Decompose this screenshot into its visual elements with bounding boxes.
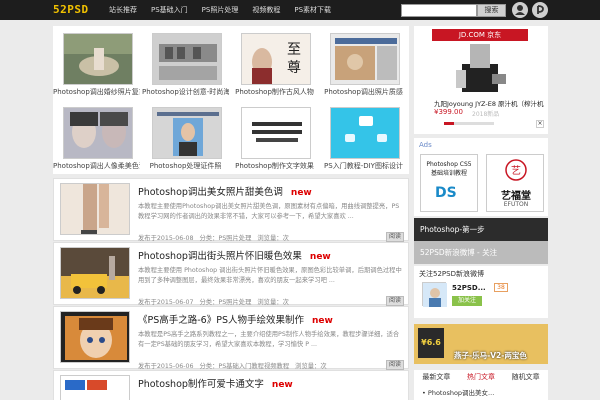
thumb-item[interactable]: 至尊 Photoshop制作古风人物 bbox=[231, 26, 318, 98]
search-button[interactable]: 搜索 bbox=[477, 4, 506, 17]
post-item: Photoshop制作可爱卡通文字 new bbox=[53, 370, 409, 400]
tab-latest[interactable]: 最新文章 bbox=[422, 370, 450, 384]
thumb-caption[interactable]: Photoshop设计创意-时尚海报 bbox=[142, 87, 229, 97]
thumb-item[interactable]: Photoshop设计创意-时尚海报 bbox=[142, 26, 229, 98]
post-item: Photoshop调出美女照片甜美色调 new 本教程主要使用Photoshop调… bbox=[53, 178, 409, 242]
ad-close-icon[interactable]: × bbox=[536, 120, 544, 128]
nav-item-download[interactable]: PS素材下载 bbox=[287, 0, 338, 20]
main-nav: 站长推荐 PS基础入门 PS照片处理 视频教程 PS素材下载 bbox=[102, 0, 338, 20]
carousel-dots[interactable] bbox=[444, 122, 494, 125]
thumb-caption[interactable]: Photoshop调出婚纱照片复古色调 bbox=[53, 87, 140, 97]
read-more-button[interactable]: 阅读 bbox=[386, 232, 404, 242]
thumb-item[interactable]: Photoshop调出婚纱照片复古色调 bbox=[53, 26, 140, 98]
efuton-logo-icon: 艺 bbox=[505, 159, 527, 181]
sidebar: JD.COM 京东 九阳Joyoung JYZ-E8 原汁机（榨汁机） ¥399… bbox=[414, 26, 548, 400]
first-step-bar[interactable]: Photoshop-第一步 bbox=[414, 218, 548, 241]
follow-button[interactable]: 加关注 bbox=[452, 296, 482, 306]
ad-brand: JD.COM 京东 bbox=[432, 29, 528, 41]
ad-efuton[interactable]: 艺 艺福堂 EFUTON bbox=[486, 154, 544, 212]
thumb-item[interactable]: PS入门教程-DIY图标设计 bbox=[320, 100, 407, 172]
post-thumbnail[interactable] bbox=[60, 247, 130, 299]
post-meta: 发布于2015-06-06 分类：PS基础入门教程视频教程 浏览量：次 bbox=[138, 363, 327, 370]
post-meta: 发布于2015-06-07 分类：PS照片处理 浏览量：次 bbox=[138, 299, 289, 306]
thumb-item[interactable]: Photoshop调出照片质感 bbox=[320, 26, 407, 98]
thumb-image[interactable] bbox=[330, 33, 400, 85]
nav-item-photo[interactable]: PS照片处理 bbox=[195, 0, 246, 20]
thumb-caption[interactable]: PS入门教程-DIY图标设计 bbox=[320, 161, 407, 171]
post-title[interactable]: 《PS高手之路-6》PS人物手绘效果制作 new bbox=[138, 312, 333, 326]
svg-text:艺: 艺 bbox=[511, 165, 521, 177]
post-excerpt: 本教程是PS高手之路系列教程之一，主要介绍使用PS制作人物手绘效果，教程步骤详细… bbox=[138, 331, 400, 348]
weibo-bar[interactable]: 52PSD新浪微博 - 关注 bbox=[414, 241, 548, 264]
thumb-image[interactable] bbox=[152, 33, 222, 85]
weibo-name[interactable]: 52PSD... bbox=[452, 284, 486, 292]
ad-title: 九阳Joyoung JYZ-E8 原汁机（榨汁机） bbox=[434, 100, 544, 108]
weibo-icon[interactable] bbox=[532, 2, 548, 18]
tab-random[interactable]: 随机文章 bbox=[512, 370, 540, 384]
list-item[interactable]: • Photoshop调出美女... bbox=[422, 387, 494, 397]
thumb-image[interactable] bbox=[63, 33, 133, 85]
post-title[interactable]: Photoshop调出美女照片甜美色调 new bbox=[138, 184, 312, 198]
thumb-item[interactable]: Photoshop处理证件照 bbox=[142, 100, 229, 172]
weibo-count: 38 bbox=[494, 283, 508, 292]
nav-item-video[interactable]: 视频教程 bbox=[245, 0, 287, 20]
thumb-caption[interactable]: Photoshop处理证件照 bbox=[142, 161, 229, 171]
new-badge: new bbox=[309, 252, 331, 262]
article-tabs: 最新文章 热门文章 随机文章 • Photoshop调出美女... bbox=[414, 370, 548, 400]
new-badge: new bbox=[271, 380, 293, 390]
post-item: Photoshop调出街头照片怀旧暖色效果 new 本教程主要使用 Photosh… bbox=[53, 242, 409, 306]
read-more-button[interactable]: 阅读 bbox=[386, 360, 404, 370]
thumb-caption[interactable]: Photoshop制作古风人物 bbox=[231, 87, 318, 97]
search-input[interactable] bbox=[401, 4, 477, 17]
post-thumbnail[interactable] bbox=[60, 183, 130, 235]
post-thumbnail[interactable] bbox=[60, 311, 130, 363]
ds-logo-icon: DS bbox=[435, 185, 457, 201]
ad-banner-text: 燕子-乐马-V2-两宝色 bbox=[454, 351, 527, 360]
post-excerpt: 本教程主要使用 Photoshop 调出街头照片怀旧暖色效果，原图色彩比较单调，… bbox=[138, 267, 402, 284]
nav-item-basics[interactable]: PS基础入门 bbox=[144, 0, 195, 20]
post-meta: 发布于2015-06-08 分类：PS照片处理 浏览量：次 bbox=[138, 235, 289, 242]
thumb-item[interactable]: Photoshop制作文字效果 bbox=[231, 100, 318, 172]
follow-title: 关注52PSD新浪微博 bbox=[419, 270, 484, 278]
ad-banner[interactable]: ¥6.6 燕子-乐马-V2-两宝色 bbox=[414, 324, 548, 364]
svg-text:至: 至 bbox=[287, 42, 301, 58]
tab-hot[interactable]: 热门文章 bbox=[467, 370, 495, 384]
user-icon[interactable] bbox=[512, 2, 528, 18]
thumb-image[interactable]: 至尊 bbox=[241, 33, 311, 85]
ad-price: ¥399.00 bbox=[434, 108, 463, 116]
post-thumbnail[interactable] bbox=[60, 375, 130, 400]
thumb-caption[interactable]: Photoshop调出人像柔美色调 bbox=[53, 161, 140, 171]
tab-bar: 最新文章 热门文章 随机文章 bbox=[414, 370, 548, 384]
post-item: 《PS高手之路-6》PS人物手绘效果制作 new 本教程是PS高手之路系列教程之一… bbox=[53, 306, 409, 370]
post-excerpt: 本教程主要使用Photoshop调出美女照片甜美色调，原图素材有点偏暗，用曲线调… bbox=[138, 203, 400, 220]
thumb-image[interactable] bbox=[241, 107, 311, 159]
weibo-avatar[interactable] bbox=[422, 282, 447, 307]
new-badge: new bbox=[312, 316, 333, 326]
svg-text:尊: 尊 bbox=[287, 59, 301, 76]
read-more-button[interactable]: 阅读 bbox=[386, 296, 404, 306]
ads-label: Ads bbox=[419, 141, 432, 149]
ad-extra: 2018新品 bbox=[472, 111, 500, 118]
post-title[interactable]: Photoshop调出街头照片怀旧暖色效果 new bbox=[138, 248, 331, 262]
thumb-item[interactable]: Photoshop调出人像柔美色调 bbox=[53, 100, 140, 172]
new-badge: new bbox=[290, 188, 312, 198]
juicer-image bbox=[456, 44, 506, 92]
ad-jd[interactable]: JD.COM 京东 九阳Joyoung JYZ-E8 原汁机（榨汁机） ¥399… bbox=[414, 26, 548, 134]
weibo-follow-box: 关注52PSD新浪微博 52PSD... 38 加关注 bbox=[414, 266, 548, 318]
thumb-image[interactable] bbox=[152, 107, 222, 159]
thumb-image[interactable] bbox=[63, 107, 133, 159]
thumb-caption[interactable]: Photoshop调出照片质感 bbox=[320, 87, 407, 97]
ad-price-tag: ¥6.6 bbox=[418, 328, 444, 358]
site-logo[interactable]: 52PSD bbox=[53, 3, 89, 16]
ad-book[interactable]: Photoshop CS5 基础培训教程 DS bbox=[420, 154, 478, 212]
nav-item-recommend[interactable]: 站长推荐 bbox=[102, 0, 144, 20]
thumb-image[interactable] bbox=[330, 107, 400, 159]
featured-thumbnails: Photoshop调出婚纱照片复古色调 Photoshop设计创意-时尚海报 至… bbox=[53, 26, 409, 174]
main-column: Photoshop调出婚纱照片复古色调 Photoshop设计创意-时尚海报 至… bbox=[53, 26, 409, 400]
post-title[interactable]: Photoshop制作可爱卡通文字 new bbox=[138, 376, 293, 390]
ads-block: Ads Photoshop CS5 基础培训教程 DS 艺 艺福堂 EFUTON bbox=[414, 138, 548, 216]
top-bar: 52PSD 站长推荐 PS基础入门 PS照片处理 视频教程 PS素材下载 搜索 bbox=[0, 0, 600, 20]
thumb-caption[interactable]: Photoshop制作文字效果 bbox=[231, 161, 318, 171]
